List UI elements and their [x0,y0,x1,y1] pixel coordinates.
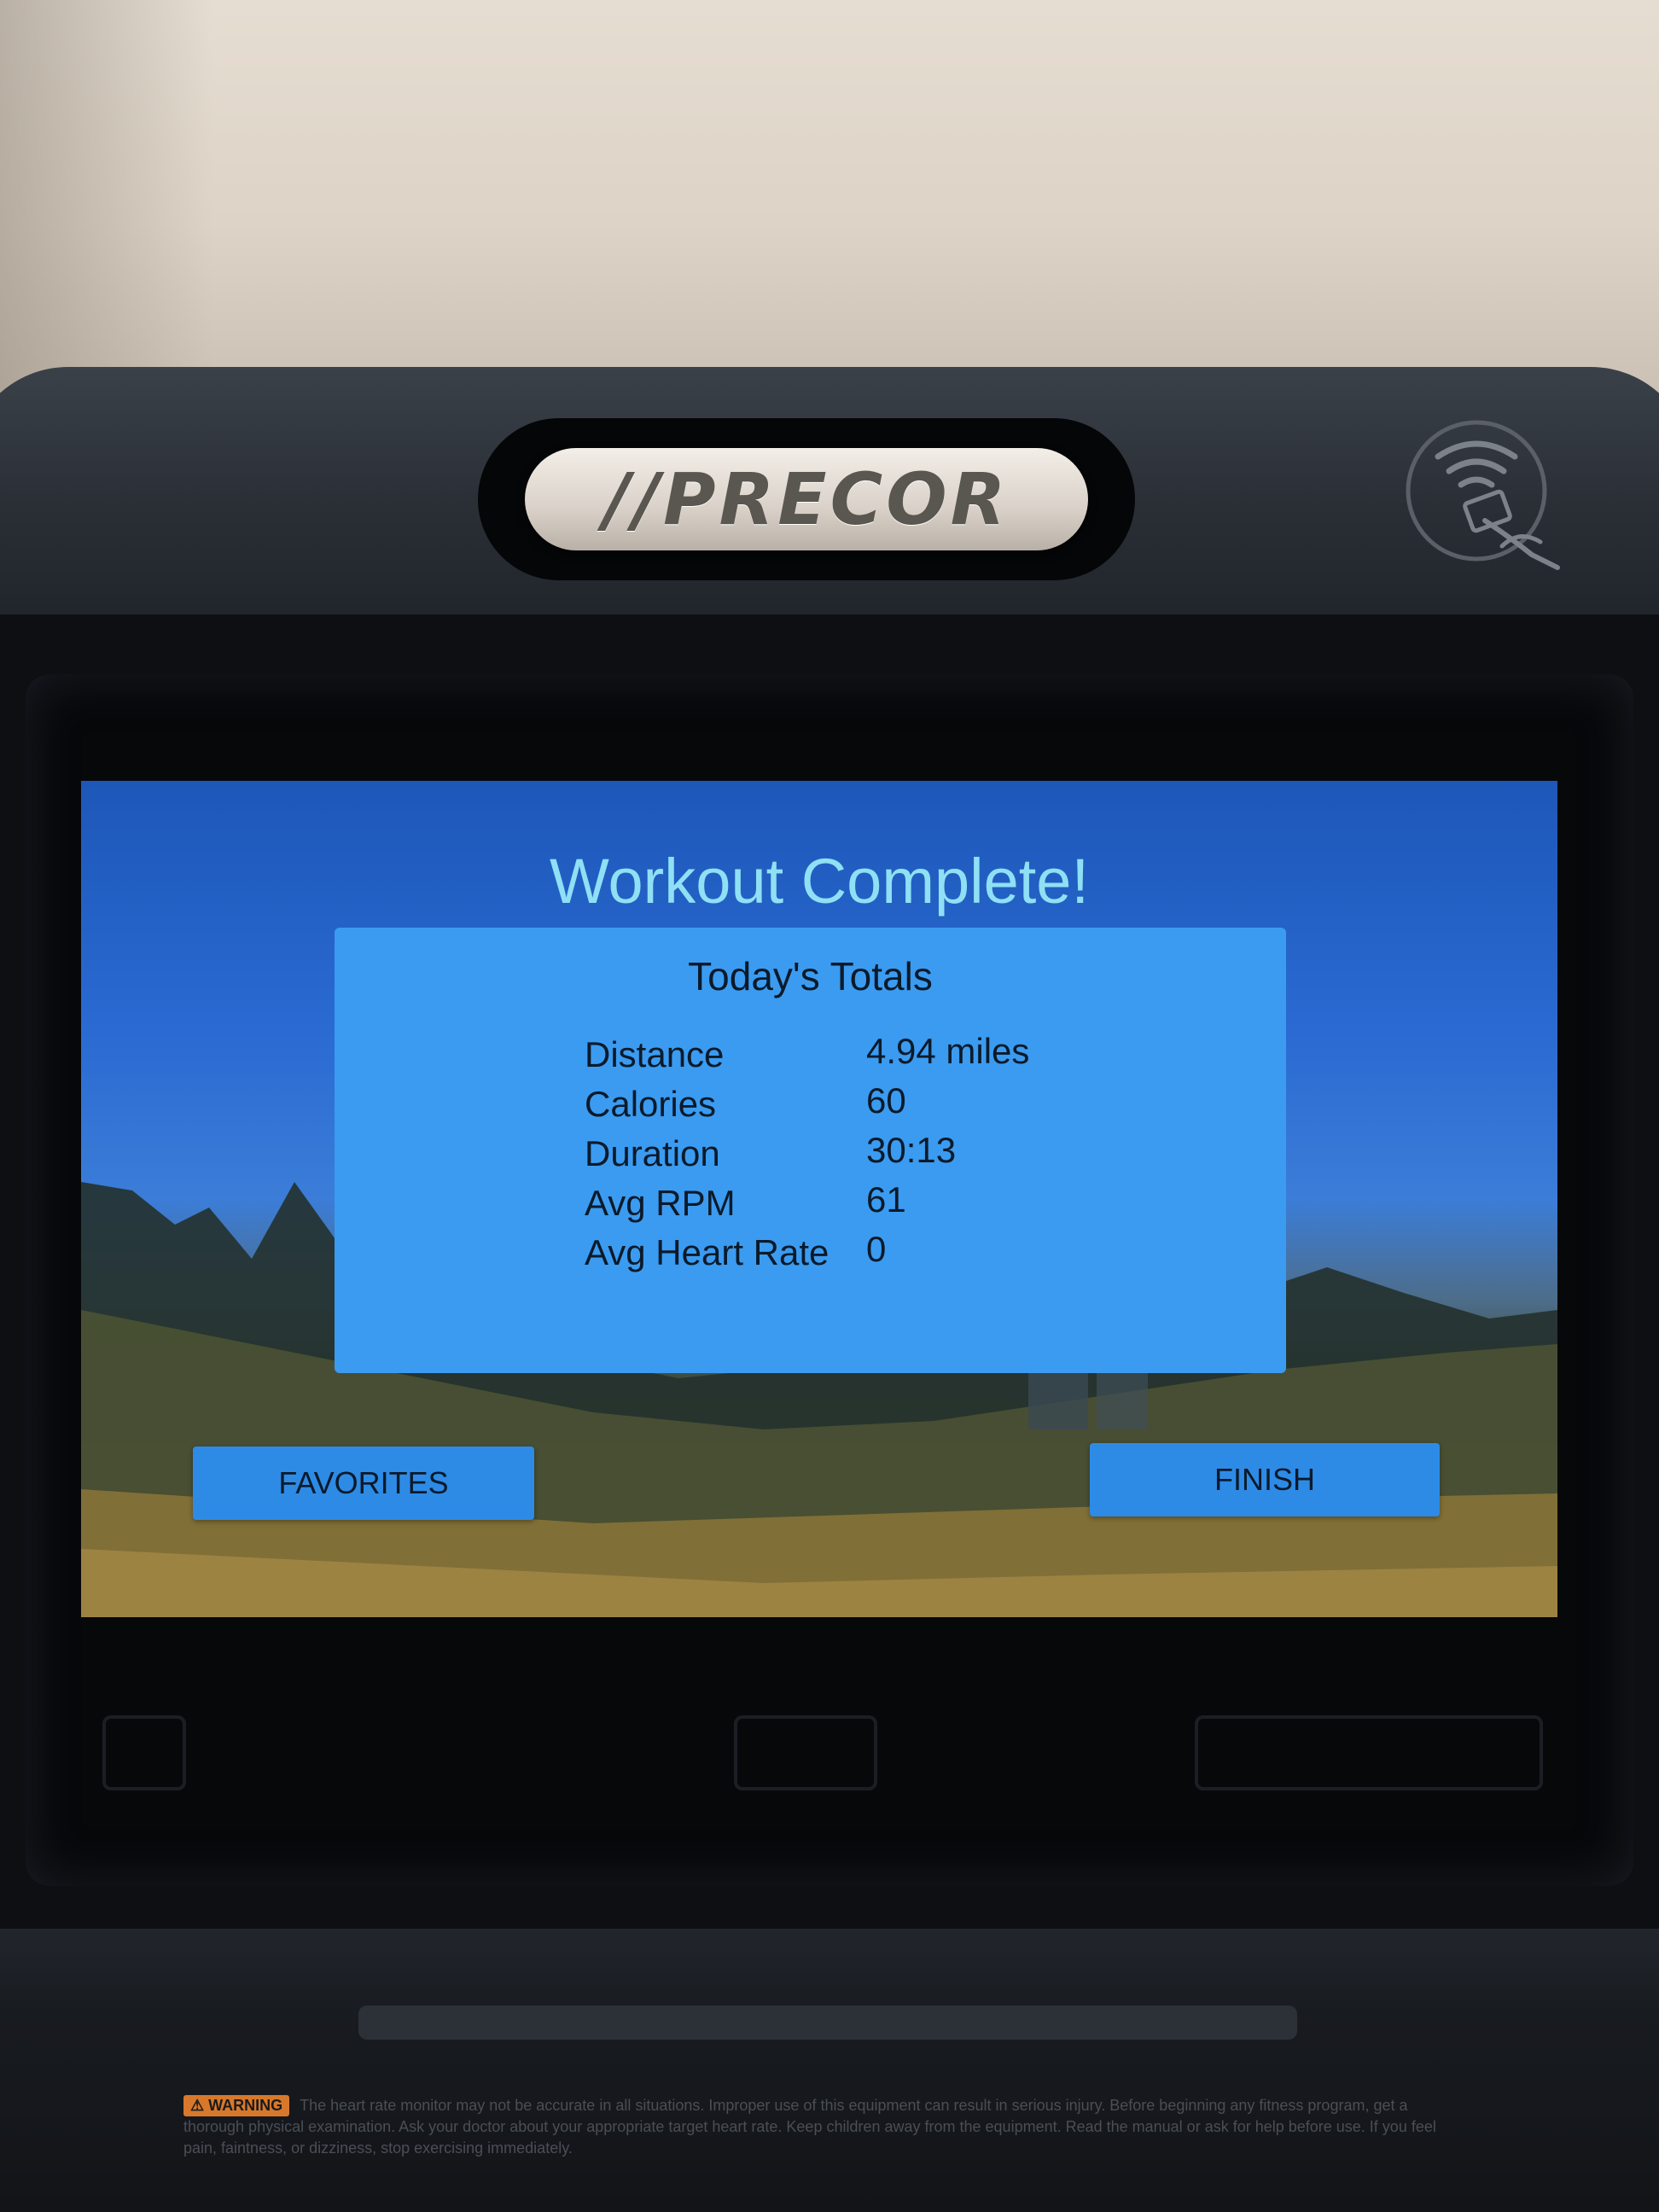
todays-totals-panel: Today's Totals Distance 4.94 miles Calor… [335,928,1286,1373]
workout-complete-title: Workout Complete! [550,846,1089,917]
favorites-button[interactable]: FAVORITES [193,1447,534,1520]
stat-row-avg-heart-rate: Avg Heart Rate 0 [585,1229,1182,1282]
console-mark-center [734,1715,877,1790]
stat-row-distance: Distance 4.94 miles [585,1031,1182,1084]
stat-value: 4.94 miles [866,1031,1030,1071]
wall-background [0,0,1659,410]
stat-label: Calories [585,1084,717,1124]
touchscreen-display: Workout Complete! Today's Totals Distanc… [81,781,1557,1617]
precor-logo: //PRECOR [525,448,1088,550]
console-mark-left [102,1715,186,1790]
console-rail [358,2005,1297,2040]
stat-value: 0 [866,1229,887,1269]
stat-row-calories: Calories 60 [585,1080,1182,1133]
finish-button[interactable]: FINISH [1090,1443,1440,1516]
stat-row-avg-rpm: Avg RPM 61 [585,1179,1182,1232]
stat-label: Duration [585,1133,720,1173]
stat-value: 61 [866,1179,906,1220]
stat-value: 30:13 [866,1130,957,1170]
logo-text: //PRECOR [603,457,1010,541]
totals-heading: Today's Totals [688,954,933,998]
treadmill-console-photo: //PRECOR Workout Complete! Today's Total… [0,0,1659,2212]
stat-label: Avg RPM [585,1183,736,1223]
contactless-tap-icon [1406,420,1560,570]
warning-badge: ⚠ WARNING [183,2095,290,2116]
stat-label: Avg Heart Rate [585,1232,830,1272]
console-lower-housing [0,1929,1659,2212]
wall-shadow [0,0,213,410]
warning-label: ⚠ WARNING The heart rate monitor may not … [183,2095,1468,2159]
console-mark-right [1195,1715,1543,1790]
stat-label: Distance [585,1034,725,1074]
stat-value: 60 [866,1080,906,1121]
stat-row-duration: Duration 30:13 [585,1130,1182,1183]
warning-text: The heart rate monitor may not be accura… [183,2097,1436,2157]
